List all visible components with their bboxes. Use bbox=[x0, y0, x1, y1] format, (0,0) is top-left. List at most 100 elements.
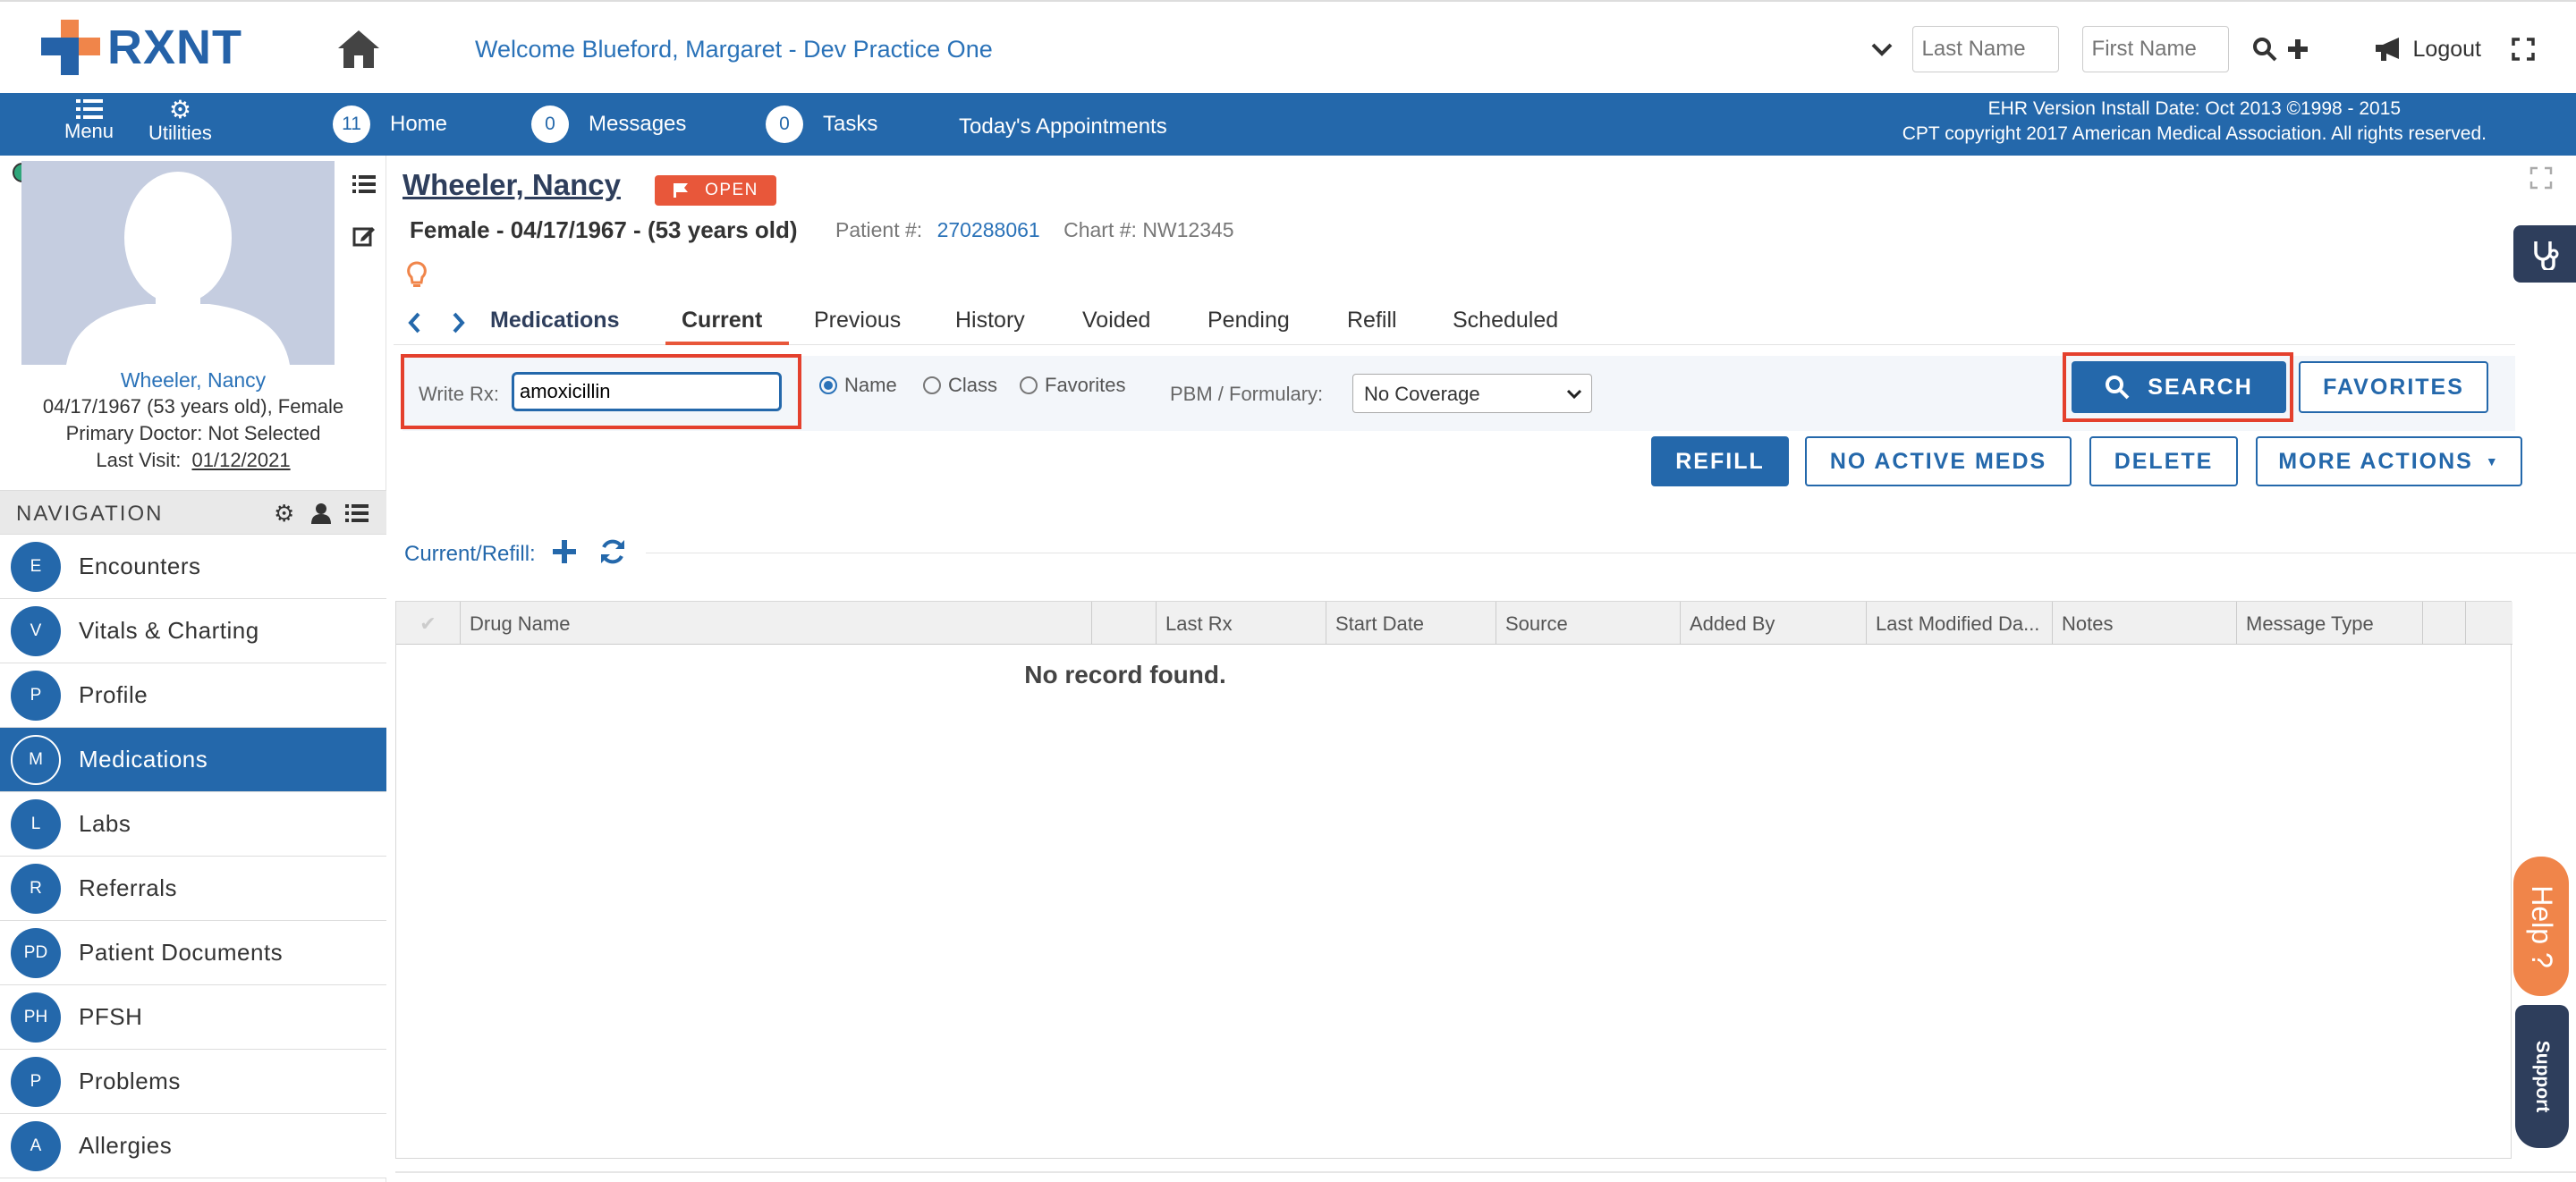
favorites-button[interactable]: FAVORITES bbox=[2299, 361, 2488, 413]
radio-favorites[interactable]: Favorites bbox=[1020, 374, 1125, 397]
edit-icon[interactable] bbox=[352, 224, 376, 247]
nav-user-icon[interactable] bbox=[311, 502, 331, 524]
patient-number-label: Patient #: bbox=[835, 218, 923, 241]
status-badge-label: OPEN bbox=[705, 181, 758, 199]
no-active-meds-button[interactable]: NO ACTIVE MEDS bbox=[1805, 436, 2072, 486]
refill-button[interactable]: REFILL bbox=[1651, 436, 1789, 486]
nav-tasks[interactable]: 0 Tasks bbox=[766, 106, 877, 143]
support-widget[interactable]: Support bbox=[2515, 1005, 2569, 1148]
nav-item-patient-documents[interactable]: PD Patient Documents bbox=[0, 921, 386, 985]
tab-pending[interactable]: Pending bbox=[1208, 308, 1290, 333]
nav-item-medications[interactable]: M Medications bbox=[0, 728, 386, 792]
utilities-label: Utilities bbox=[148, 122, 212, 144]
col-notes[interactable]: Notes bbox=[2053, 602, 2237, 645]
col-added-by[interactable]: Added By bbox=[1681, 602, 1867, 645]
help-label: Help ? bbox=[2525, 884, 2558, 968]
top-header: RXNT Welcome Blueford, Margaret - Dev Pr… bbox=[0, 0, 2576, 93]
section-title: Medications bbox=[490, 308, 620, 333]
nav-home-label: Home bbox=[390, 112, 448, 136]
patient-number[interactable]: 270288061 bbox=[937, 218, 1040, 241]
chevron-down-icon[interactable] bbox=[1869, 40, 1894, 58]
radio-name[interactable]: Name bbox=[819, 374, 897, 397]
tab-previous[interactable]: Previous bbox=[814, 308, 901, 333]
menu-label: Menu bbox=[64, 120, 114, 142]
search-icon bbox=[2106, 376, 2130, 400]
chevron-left-icon[interactable] bbox=[406, 311, 422, 334]
ehr-version-info: EHR Version Install Date: Oct 2013 ©1998… bbox=[1902, 97, 2487, 147]
nav-messages[interactable]: 0 Messages bbox=[531, 106, 686, 143]
tab-voided[interactable]: Voided bbox=[1082, 308, 1150, 333]
rxnt-logo[interactable]: RXNT bbox=[41, 18, 242, 77]
tab-history[interactable]: History bbox=[955, 308, 1025, 333]
tab-current[interactable]: Current bbox=[682, 308, 762, 333]
fullscreen-icon[interactable] bbox=[2512, 38, 2535, 61]
patient-name[interactable]: Wheeler, Nancy bbox=[402, 168, 621, 202]
pbm-label: PBM / Formulary: bbox=[1170, 383, 1324, 405]
expand-icon[interactable] bbox=[2529, 166, 2553, 190]
list-icon[interactable] bbox=[352, 173, 376, 195]
nav-item-problems[interactable]: P Problems bbox=[0, 1050, 386, 1114]
add-medication-icon[interactable] bbox=[551, 538, 578, 565]
col-source[interactable]: Source bbox=[1496, 602, 1681, 645]
pbm-select[interactable]: No Coverage bbox=[1352, 374, 1592, 413]
nav-item-vitals[interactable]: V Vitals & Charting bbox=[0, 599, 386, 663]
nav-item-allergies[interactable]: A Allergies bbox=[0, 1114, 386, 1178]
radio-name-label: Name bbox=[844, 374, 897, 396]
home-icon[interactable] bbox=[336, 29, 381, 74]
select-all-checkbox[interactable]: ✔ bbox=[396, 602, 461, 645]
tab-scheduled[interactable]: Scheduled bbox=[1453, 308, 1558, 333]
help-widget[interactable]: Help ? bbox=[2513, 857, 2569, 996]
chart-number-label: Chart #: bbox=[1063, 218, 1137, 241]
col-message-type[interactable]: Message Type bbox=[2237, 602, 2423, 645]
search-icon[interactable] bbox=[2252, 37, 2277, 62]
nav-item-profile[interactable]: P Profile bbox=[0, 663, 386, 728]
nav-appointments[interactable]: Today's Appointments bbox=[959, 114, 1167, 139]
col-start-date[interactable]: Start Date bbox=[1326, 602, 1496, 645]
patient-card-name[interactable]: Wheeler, Nancy bbox=[0, 367, 386, 393]
more-actions-button[interactable]: MORE ACTIONS ▼ bbox=[2256, 436, 2522, 486]
tab-refill[interactable]: Refill bbox=[1347, 308, 1397, 333]
nav-settings-gear-icon[interactable]: ⚙ bbox=[274, 500, 294, 528]
clinical-tools-tab[interactable] bbox=[2513, 225, 2576, 283]
refresh-icon[interactable] bbox=[597, 536, 628, 567]
last-name-input[interactable] bbox=[1911, 26, 2059, 72]
chevron-right-icon[interactable] bbox=[451, 311, 467, 334]
nav-home[interactable]: 11 Home bbox=[333, 106, 447, 143]
write-rx-bar: Write Rx: Name Class Favorites PBM / For… bbox=[401, 352, 2515, 431]
add-patient-icon[interactable] bbox=[2286, 38, 2309, 61]
last-visit-date[interactable]: 01/12/2021 bbox=[192, 449, 291, 471]
medication-tabs: Medications Current Previous History Voi… bbox=[394, 300, 2515, 345]
nav-item-referrals[interactable]: R Referrals bbox=[0, 857, 386, 921]
col-last-rx[interactable]: Last Rx bbox=[1157, 602, 1326, 645]
utilities-button[interactable]: ⚙ Utilities bbox=[148, 97, 212, 145]
nav-item-badge: R bbox=[11, 863, 61, 914]
megaphone-icon[interactable] bbox=[2374, 36, 2404, 63]
col-drug-name[interactable]: Drug Name bbox=[461, 602, 1092, 645]
delete-button[interactable]: DELETE bbox=[2089, 436, 2238, 486]
write-rx-input[interactable] bbox=[512, 372, 782, 411]
first-name-input[interactable] bbox=[2081, 26, 2229, 72]
logout-link[interactable]: Logout bbox=[2413, 37, 2481, 63]
search-button[interactable]: SEARCH bbox=[2072, 361, 2286, 413]
empty-message: No record found. bbox=[1024, 661, 1226, 688]
menu-button[interactable]: Menu bbox=[64, 98, 114, 143]
nav-item-labs[interactable]: L Labs bbox=[0, 792, 386, 857]
radio-class[interactable]: Class bbox=[923, 374, 997, 397]
medications-grid: ✔ Drug Name Last Rx Start Date Source Ad… bbox=[395, 601, 2512, 1159]
nav-item-pfsh[interactable]: PH PFSH bbox=[0, 985, 386, 1050]
grid-header: ✔ Drug Name Last Rx Start Date Source Ad… bbox=[396, 602, 2512, 645]
write-rx-label: Write Rx: bbox=[419, 383, 500, 405]
lightbulb-icon[interactable] bbox=[406, 261, 428, 290]
avatar-placeholder-icon bbox=[66, 172, 290, 365]
col-last-modified[interactable]: Last Modified Da... bbox=[1867, 602, 2053, 645]
nav-messages-label: Messages bbox=[589, 112, 687, 136]
status-badge[interactable]: OPEN bbox=[655, 175, 776, 206]
primary-doctor: Primary Doctor: Not Selected bbox=[65, 422, 321, 444]
nav-item-encounters[interactable]: E Encounters bbox=[0, 535, 386, 599]
navigation-title: NAVIGATION bbox=[16, 502, 164, 526]
nav-list-icon[interactable] bbox=[345, 503, 369, 523]
search-button-label: SEARCH bbox=[2148, 374, 2253, 400]
col-blank bbox=[1092, 602, 1157, 645]
left-sidebar: Wheeler, Nancy 04/17/1967 (53 years old)… bbox=[0, 156, 386, 1182]
help-text: Help bbox=[2525, 884, 2558, 944]
